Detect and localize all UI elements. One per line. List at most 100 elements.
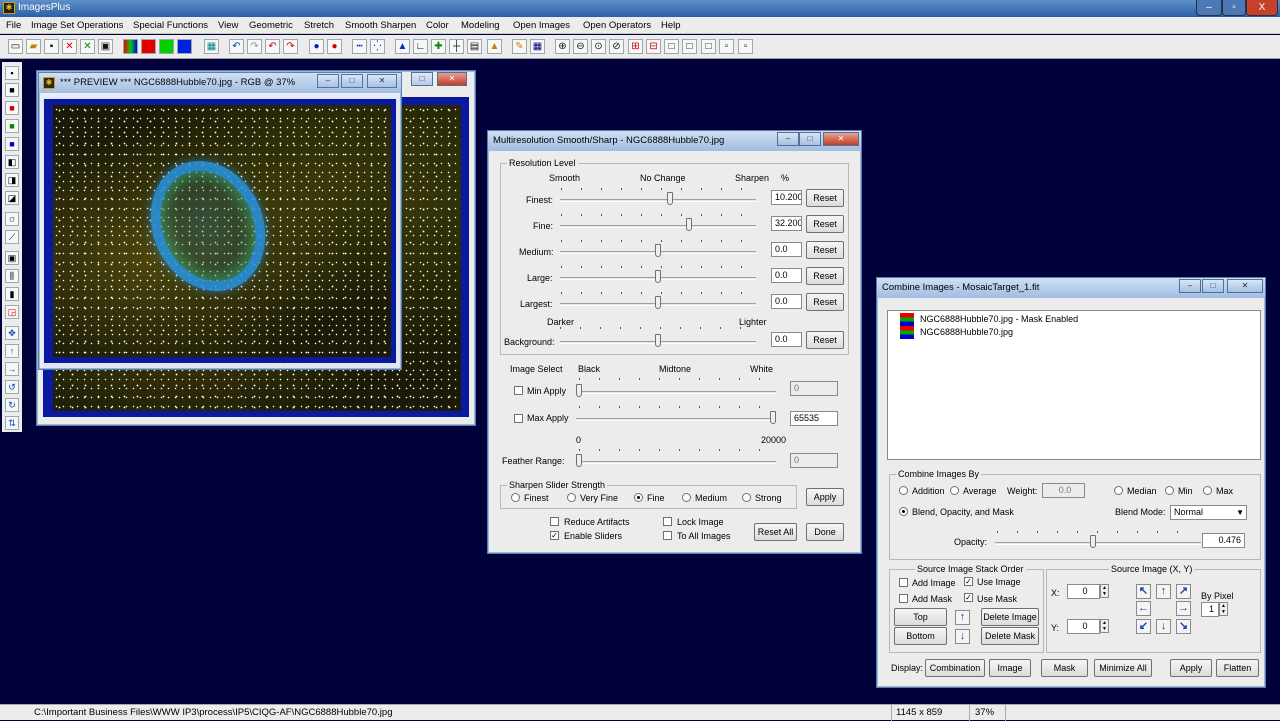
- layers-icon[interactable]: ◧: [5, 155, 19, 169]
- combine-maximize-button[interactable]: □: [1202, 279, 1224, 293]
- redo-icon[interactable]: ↷: [247, 39, 262, 54]
- res-row-slider-thumb[interactable]: [655, 270, 661, 283]
- split-icon[interactable]: ◨: [5, 173, 19, 187]
- zoom-out-icon[interactable]: ⊖: [573, 39, 588, 54]
- strength-finest-radio[interactable]: [511, 493, 520, 502]
- menu-smooth-sharpen[interactable]: Smooth Sharpen: [345, 20, 416, 31]
- add-mask-checkbox[interactable]: [899, 594, 908, 603]
- res-row-slider-thumb[interactable]: [686, 218, 693, 231]
- menu-open-operators[interactable]: Open Operators: [583, 20, 651, 31]
- opacity-slider-track[interactable]: [995, 542, 1201, 545]
- black-square-icon[interactable]: ■: [5, 83, 19, 97]
- menu-image-set-operations[interactable]: Image Set Operations: [31, 20, 123, 31]
- res-row-slider-track[interactable]: [560, 225, 756, 228]
- max-apply-slider-track[interactable]: [576, 418, 776, 421]
- delete-image-button[interactable]: Delete Image: [981, 608, 1039, 626]
- to-all-images-checkbox[interactable]: [663, 531, 672, 540]
- res-row-value-field[interactable]: 0.0: [771, 242, 802, 257]
- x-field[interactable]: 0: [1067, 584, 1100, 599]
- strength-medium-radio[interactable]: [682, 493, 691, 502]
- done-button[interactable]: Done: [806, 523, 844, 541]
- menu-stretch[interactable]: Stretch: [304, 20, 334, 31]
- move-up-left-icon[interactable]: ↖: [1136, 584, 1151, 599]
- corner-icon[interactable]: ◪: [5, 191, 19, 205]
- res-row-value-field[interactable]: 0.0: [771, 268, 802, 283]
- record-icon[interactable]: ●: [309, 39, 324, 54]
- background-slider-thumb[interactable]: [655, 334, 661, 347]
- lock-image-checkbox[interactable]: [663, 517, 672, 526]
- move-up-right-icon[interactable]: ↗: [1176, 584, 1191, 599]
- layer-1-name[interactable]: NGC6888Hubble70.jpg - Mask Enabled: [920, 314, 1078, 324]
- min-apply-slider-track[interactable]: [576, 391, 776, 394]
- lasso-icon[interactable]: σ: [5, 212, 19, 226]
- move-down-icon[interactable]: ↓: [1156, 619, 1171, 634]
- open-folder-icon[interactable]: ▰: [26, 39, 41, 54]
- frame-4-icon[interactable]: ▫: [719, 39, 734, 54]
- max-apply-checkbox[interactable]: [514, 414, 523, 423]
- subtract-red-icon[interactable]: ⊟: [646, 39, 661, 54]
- max-radio[interactable]: [1203, 486, 1212, 495]
- preview-close-button[interactable]: ✕: [367, 74, 397, 88]
- blend-mode-select[interactable]: Normal ▼: [1170, 505, 1247, 520]
- save-icon[interactable]: ▪: [44, 39, 59, 54]
- select-rect-icon[interactable]: ▣: [5, 251, 19, 265]
- min-apply-checkbox[interactable]: [514, 386, 523, 395]
- pencil-icon[interactable]: ✎: [512, 39, 527, 54]
- delete-mask-button[interactable]: Delete Mask: [981, 627, 1039, 645]
- app-close-button[interactable]: X: [1246, 0, 1278, 16]
- stack-up-arrow-icon[interactable]: ↑: [955, 610, 970, 625]
- move-right-icon[interactable]: →: [1176, 601, 1191, 616]
- preview-maximize-button[interactable]: □: [341, 74, 363, 88]
- graph-icon[interactable]: ∟: [413, 39, 428, 54]
- res-row-value-field[interactable]: 0.0: [771, 294, 802, 309]
- app-maximize-button[interactable]: ▫: [1222, 0, 1246, 16]
- menu-geometric[interactable]: Geometric: [249, 20, 293, 31]
- combine-close-button[interactable]: ✕: [1227, 279, 1263, 293]
- max-apply-value-field[interactable]: 65535: [790, 411, 838, 426]
- y-spinner[interactable]: ▲ ▼: [1100, 619, 1109, 633]
- rotate-right-icon[interactable]: ↻: [5, 398, 19, 412]
- addition-radio[interactable]: [899, 486, 908, 495]
- multires-minimize-button[interactable]: –: [777, 132, 799, 146]
- res-row-slider-thumb[interactable]: [666, 192, 673, 205]
- res-row-slider-thumb[interactable]: [655, 296, 661, 309]
- info-icon[interactable]: ▤: [467, 39, 482, 54]
- red-channel-icon[interactable]: [141, 39, 156, 54]
- x-spinner[interactable]: ▲ ▼: [1100, 584, 1109, 598]
- max-apply-slider-thumb[interactable]: [770, 411, 776, 424]
- preview-nebula-image[interactable]: [53, 105, 391, 357]
- display-mask-button[interactable]: Mask: [1041, 659, 1088, 677]
- res-row-slider-thumb[interactable]: [655, 244, 661, 257]
- combine-minimize-button[interactable]: –: [1179, 279, 1201, 293]
- sharpen-apply-button[interactable]: Apply: [806, 488, 844, 506]
- use-mask-checkbox[interactable]: ✓: [964, 593, 973, 602]
- median-radio[interactable]: [1114, 486, 1123, 495]
- columns-icon[interactable]: ⫼: [5, 269, 19, 283]
- menu-view[interactable]: View: [218, 20, 238, 31]
- display-combination-button[interactable]: Combination: [925, 659, 985, 677]
- stack-down-arrow-icon[interactable]: ↓: [955, 629, 970, 644]
- reduce-artifacts-checkbox[interactable]: [550, 517, 559, 526]
- bar-icon[interactable]: ▮: [5, 287, 19, 301]
- frame-3-icon[interactable]: □: [701, 39, 716, 54]
- combine-apply-button[interactable]: Apply: [1170, 659, 1212, 677]
- add-red-icon[interactable]: ⊞: [628, 39, 643, 54]
- move-up-icon[interactable]: ↑: [1156, 584, 1171, 599]
- new-icon[interactable]: ▭: [8, 39, 23, 54]
- opacity-slider-thumb[interactable]: [1090, 535, 1097, 548]
- top-button[interactable]: Top: [894, 608, 947, 626]
- opacity-field[interactable]: 0.476: [1202, 533, 1245, 548]
- res-row-reset-button[interactable]: Reset: [806, 293, 844, 311]
- minimize-all-button[interactable]: Minimize All: [1094, 659, 1152, 677]
- average-radio[interactable]: [950, 486, 959, 495]
- undo-all-icon[interactable]: ↶: [265, 39, 280, 54]
- enable-sliders-checkbox[interactable]: ✓: [550, 531, 559, 540]
- red-square-icon[interactable]: ■: [5, 101, 19, 115]
- res-row-reset-button[interactable]: Reset: [806, 267, 844, 285]
- multires-maximize-button[interactable]: □: [799, 132, 821, 146]
- menu-open-images[interactable]: Open Images: [513, 20, 570, 31]
- undo-icon[interactable]: ↶: [229, 39, 244, 54]
- res-row-value-field[interactable]: 32.200: [771, 216, 802, 231]
- menu-special-functions[interactable]: Special Functions: [133, 20, 208, 31]
- flip-icon[interactable]: ⇅: [5, 416, 19, 430]
